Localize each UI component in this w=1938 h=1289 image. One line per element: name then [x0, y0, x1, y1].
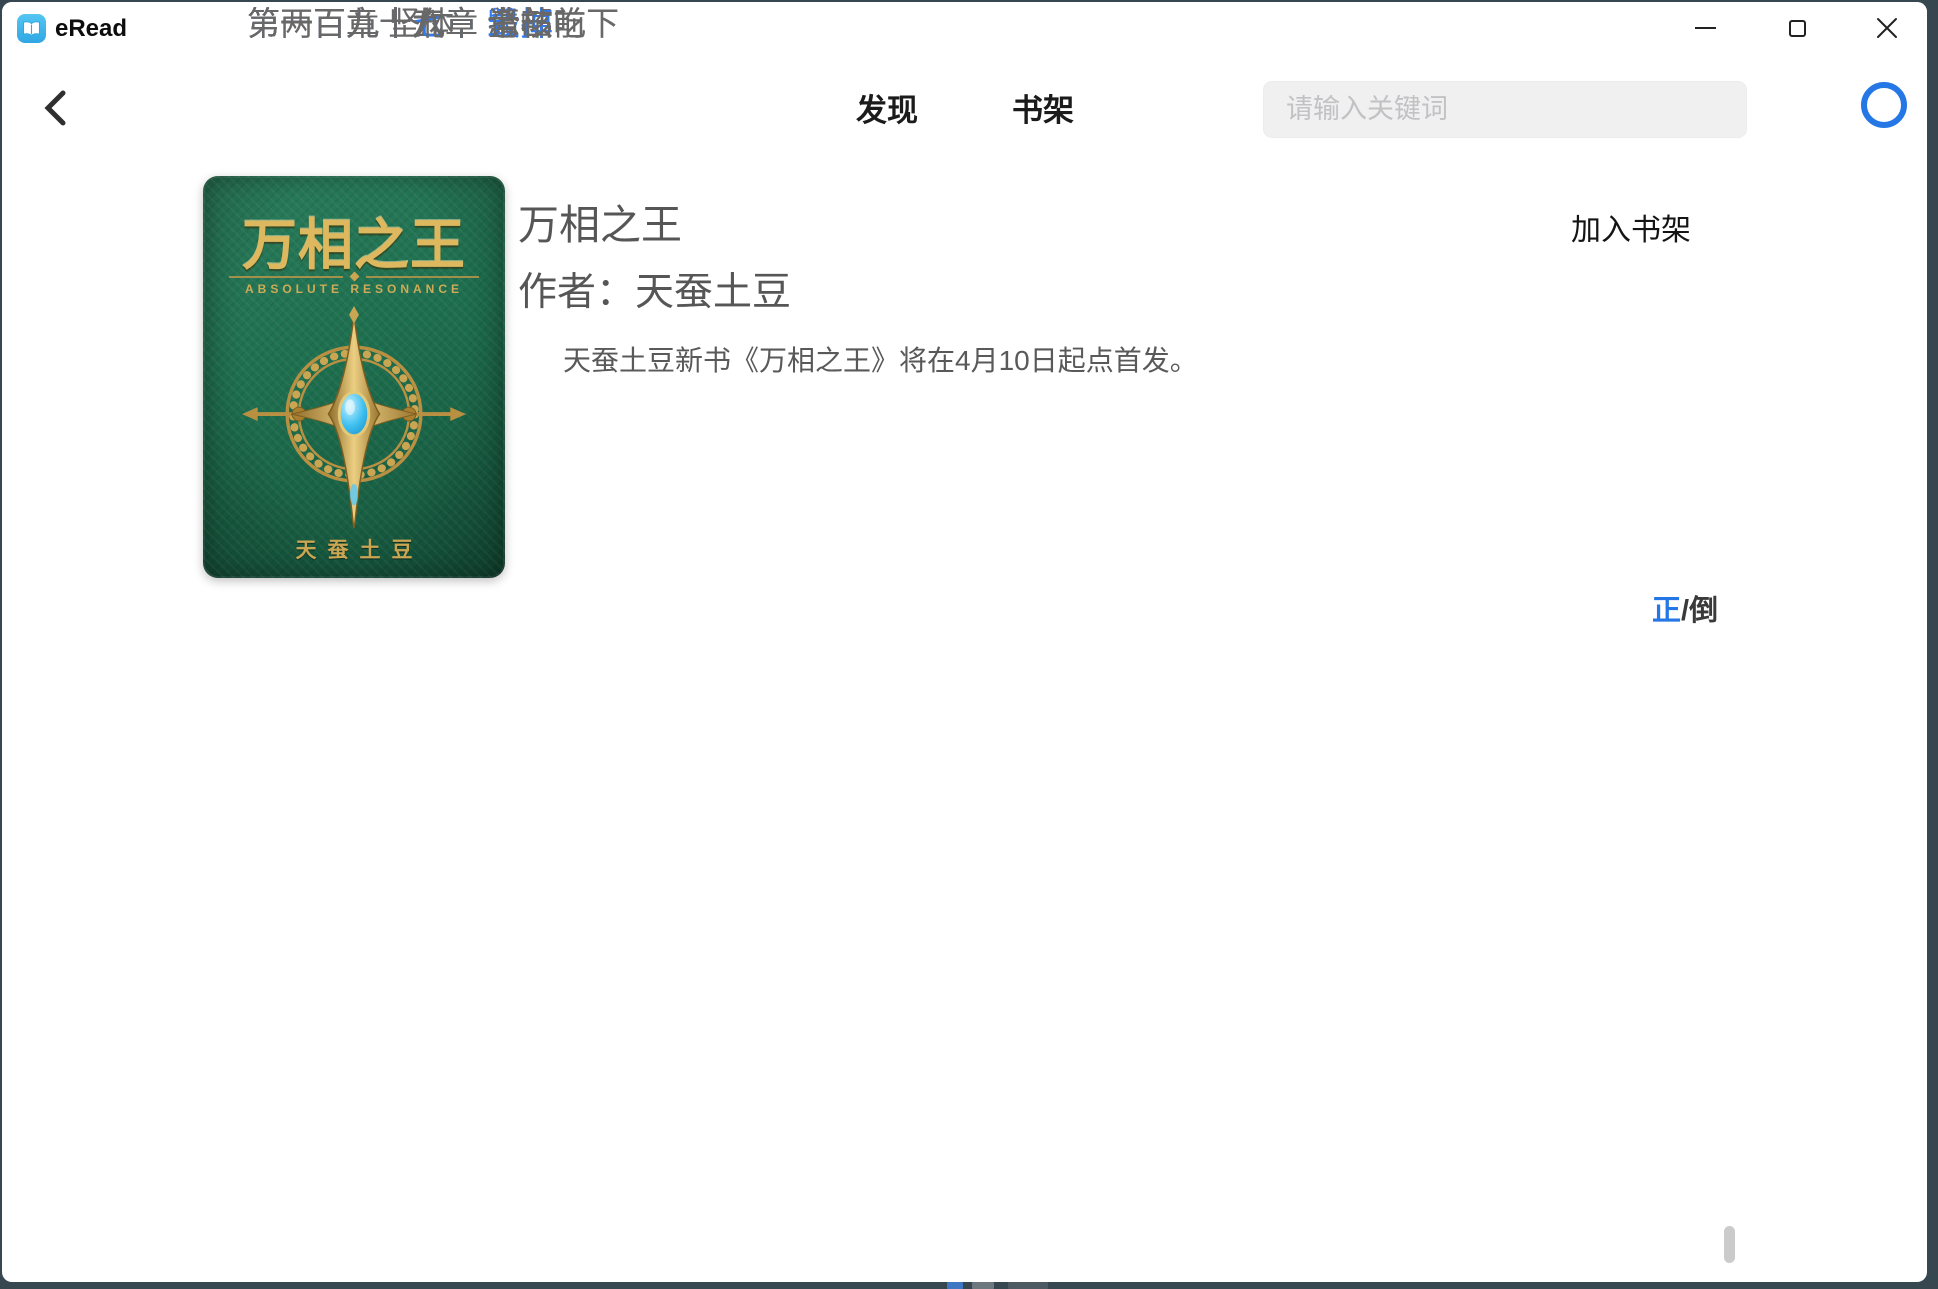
cover-title: 万相之王	[241, 214, 466, 276]
tab-discover[interactable]: 发现	[856, 90, 918, 132]
book-title: 万相之王	[518, 202, 682, 248]
sort-separator: /	[1681, 595, 1690, 627]
close-button[interactable]	[1864, 6, 1910, 50]
tab-bookshelf[interactable]: 书架	[1012, 90, 1074, 132]
taskbar-sliver	[947, 1282, 963, 1289]
taskbar-sliver	[1008, 1282, 1048, 1289]
close-icon	[1877, 18, 1897, 38]
cover-subtitle: ABSOLUTE RESONANCE	[244, 282, 463, 296]
minimize-button[interactable]	[1682, 6, 1728, 50]
cover-author: 天蚕土豆	[295, 539, 424, 562]
sort-descending-label[interactable]: 倒	[1689, 595, 1718, 627]
book-cover: 万相之王 ABSOLUTE RESONANCE 天蚕土豆	[203, 176, 505, 578]
compass-star-emblem	[241, 305, 467, 529]
search-input[interactable]	[1263, 81, 1747, 138]
app-logo-icon	[17, 14, 46, 43]
open-book-icon	[22, 20, 41, 36]
cover-divider	[229, 271, 479, 282]
chevron-left-icon	[44, 90, 66, 126]
book-description: 天蚕土豆新书《万相之王》将在4月10日起点首发。	[563, 345, 1198, 376]
sort-order-toggle[interactable]: 正/倒	[1652, 592, 1718, 630]
scrollbar-thumb[interactable]	[1724, 1226, 1735, 1263]
back-button[interactable]	[34, 84, 76, 132]
taskbar-sliver	[972, 1282, 994, 1289]
book-author: 作者：天蚕土豆	[518, 271, 792, 314]
app-title: eRead	[55, 15, 128, 42]
app-window: eRead 发现 书架 万相之王 ABSOLUTE RESONANCE	[2, 2, 1927, 1282]
chapter-list-item[interactable]: 第两百章 坚体	[247, 2, 454, 46]
maximize-button[interactable]	[1774, 6, 1820, 50]
add-to-shelf-button[interactable]: 加入书架	[1571, 211, 1691, 251]
minimize-icon	[1694, 27, 1716, 29]
avatar-button[interactable]	[1861, 82, 1907, 128]
desktop-background: eRead 发现 书架 万相之王 ABSOLUTE RESONANCE	[0, 0, 1938, 1289]
sort-ascending-label[interactable]: 正	[1652, 595, 1681, 627]
maximize-icon	[1788, 19, 1806, 37]
